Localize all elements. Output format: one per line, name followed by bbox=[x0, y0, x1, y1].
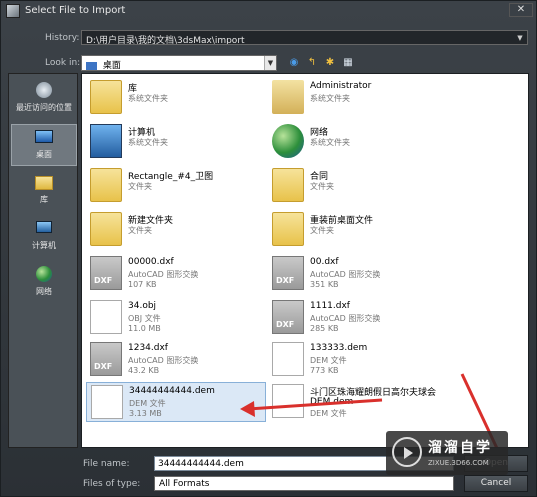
red-arrow-left bbox=[247, 398, 383, 411]
desktop-icon bbox=[33, 127, 55, 147]
place-recent[interactable]: 最近访问的位置 bbox=[11, 78, 77, 120]
computer-icon bbox=[33, 218, 55, 238]
close-button[interactable]: ✕ bbox=[509, 3, 533, 17]
filename-label: File name: bbox=[83, 459, 130, 469]
file-list[interactable]: 库 系统文件夹 Administrator 系统文件夹 计算机 系统文件夹 网络… bbox=[81, 73, 529, 448]
dialog-title: Select File to Import bbox=[25, 5, 126, 16]
history-label: History: bbox=[45, 33, 80, 43]
libraries-icon bbox=[33, 172, 55, 192]
watermark: 溜溜自学 ZIXUE.3D66.COM bbox=[386, 431, 508, 475]
import-dialog: Select File to Import ✕ History: D:\用户目录… bbox=[0, 0, 537, 497]
desktop-icon bbox=[86, 61, 97, 70]
view-menu-icon[interactable]: ▦ bbox=[341, 57, 355, 69]
annotation-arrows bbox=[240, 373, 499, 447]
place-network[interactable]: 网络 bbox=[11, 262, 77, 304]
title-bar: Select File to Import ✕ bbox=[1, 1, 537, 21]
lookin-label: Look in: bbox=[45, 58, 81, 68]
watermark-brand: 溜溜自学 bbox=[428, 440, 492, 456]
filetype-dropdown[interactable]: All Formats bbox=[154, 476, 454, 491]
watermark-url: ZIXUE.3D66.COM bbox=[428, 459, 489, 467]
filetype-value: All Formats bbox=[159, 479, 210, 489]
recent-places-icon bbox=[33, 80, 55, 100]
places-bar: 最近访问的位置 桌面 库 计算机 网络 bbox=[8, 73, 78, 448]
place-label: 库 bbox=[40, 195, 48, 204]
new-folder-icon[interactable]: ✱ bbox=[323, 57, 337, 69]
play-logo-icon bbox=[392, 437, 422, 467]
lookin-value: 桌面 bbox=[102, 61, 121, 71]
up-folder-icon[interactable]: ↰ bbox=[305, 57, 319, 69]
history-dropdown[interactable]: D:\用户目录\我的文档\3dsMax\import ▼ bbox=[81, 30, 528, 45]
place-computer[interactable]: 计算机 bbox=[11, 216, 77, 258]
back-icon[interactable]: ◉ bbox=[287, 57, 301, 69]
history-value: D:\用户目录\我的文档\3dsMax\import bbox=[86, 36, 245, 45]
place-libraries[interactable]: 库 bbox=[11, 170, 77, 212]
lookin-dropdown[interactable]: 桌面 ▼ bbox=[81, 55, 277, 71]
place-desktop[interactable]: 桌面 bbox=[11, 124, 77, 166]
cancel-button[interactable]: Cancel bbox=[464, 475, 528, 492]
place-label: 最近访问的位置 bbox=[16, 103, 72, 112]
max-app-icon bbox=[6, 4, 20, 18]
place-label: 计算机 bbox=[32, 241, 56, 250]
network-icon bbox=[33, 264, 55, 284]
chevron-down-icon[interactable]: ▼ bbox=[264, 56, 276, 70]
red-arrowhead-left bbox=[240, 401, 255, 417]
chevron-down-icon[interactable]: ▼ bbox=[515, 33, 525, 43]
filetype-label: Files of type: bbox=[83, 479, 141, 489]
place-label: 桌面 bbox=[36, 150, 52, 159]
place-label: 网络 bbox=[36, 287, 52, 296]
